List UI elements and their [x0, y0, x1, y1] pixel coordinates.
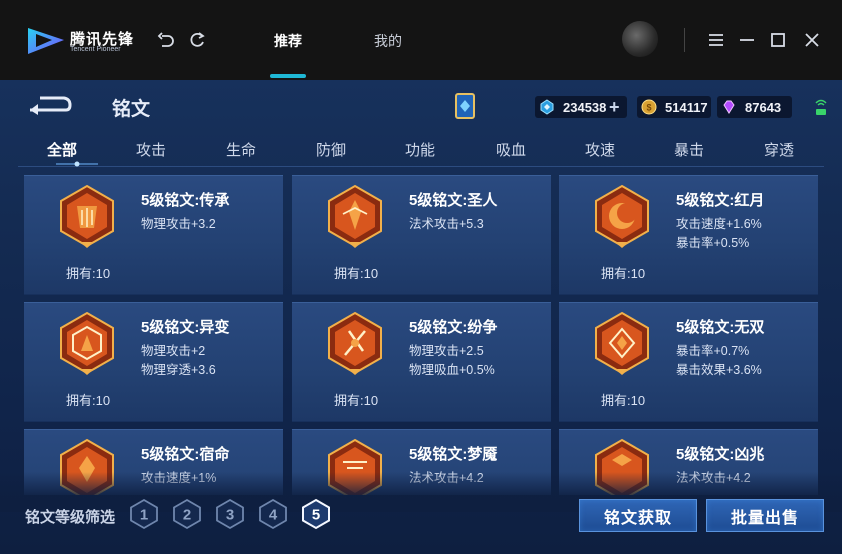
diamond-coupon-icon [540, 99, 554, 115]
rune-name: 5级铭文:传承 [141, 192, 230, 209]
maximize-icon[interactable] [768, 30, 788, 50]
rune-emblem-icon [595, 184, 649, 248]
rune-name: 5级铭文:红月 [676, 192, 765, 209]
page-title: 铭文 [112, 99, 151, 120]
close-icon[interactable] [802, 30, 822, 50]
currency-gold: $ 514117 [637, 96, 711, 118]
tab-penetration[interactable]: 穿透 [764, 139, 794, 160]
network-signal-icon [815, 99, 827, 115]
rune-emblem-icon [595, 311, 649, 375]
bulk-sell-button[interactable]: 批量出售 [706, 499, 824, 532]
rune-attr: 暴击率+0.7% [676, 344, 750, 358]
rune-name: 5级铭文:纷争 [409, 319, 498, 336]
brand-name-en: Tencent Pioneer [70, 46, 121, 53]
rune-card[interactable]: 5级铭文:传承 物理攻击+3.2 拥有:10 [24, 175, 283, 295]
rune-emblem-icon [60, 311, 114, 375]
tab-critical[interactable]: 暴击 [674, 139, 704, 160]
rune-attr: 物理吸血+0.5% [409, 363, 495, 377]
level-filter-2[interactable]: 2 [171, 498, 203, 530]
tab-all[interactable]: 全部 [47, 139, 77, 160]
rune-owned: 拥有:10 [334, 266, 379, 281]
gold-coin-icon: $ [641, 99, 657, 115]
tab-defense[interactable]: 防御 [316, 139, 346, 160]
rune-attr: 攻击速度+1.6% [676, 217, 762, 231]
rune-owned: 拥有:10 [66, 266, 111, 281]
rune-name: 5级铭文:无双 [676, 319, 765, 336]
level-filter-3[interactable]: 3 [214, 498, 246, 530]
rune-emblem-icon [328, 184, 382, 248]
currency-gem: 87643 [717, 96, 792, 118]
tab-attack[interactable]: 攻击 [136, 139, 166, 160]
rune-attr: 暴击效果+3.6% [676, 363, 762, 377]
back-arrow-icon[interactable] [26, 93, 72, 119]
rune-name: 5级铭文:异变 [141, 319, 230, 336]
nav-tab-recommend[interactable]: 推荐 [274, 31, 302, 51]
rune-attr: 法术攻击+5.3 [409, 217, 484, 231]
rune-owned: 拥有:10 [601, 266, 646, 281]
rune-attr: 暴击率+0.5% [676, 236, 750, 250]
refresh-icon[interactable] [187, 30, 207, 50]
level-filter-1[interactable]: 1 [128, 498, 160, 530]
diamond-coupon-value: 234538 [563, 99, 607, 115]
gold-coin-value: 514117 [665, 99, 708, 115]
rune-acquire-button[interactable]: 铭文获取 [579, 499, 697, 532]
level-filter-4-label: 4 [269, 507, 278, 524]
level-filter-4[interactable]: 4 [257, 498, 289, 530]
rune-card[interactable]: 5级铭文:异变 物理攻击+2 物理穿透+3.6 拥有:10 [24, 302, 283, 422]
tab-lifesteal[interactable]: 吸血 [496, 139, 526, 160]
rune-card[interactable]: 5级铭文:红月 攻击速度+1.6% 暴击率+0.5% 拥有:10 [559, 175, 818, 295]
rune-attr: 物理穿透+3.6 [141, 363, 216, 377]
tab-health[interactable]: 生命 [226, 139, 256, 160]
level-filter-2-label: 2 [183, 507, 191, 524]
rune-owned: 拥有:10 [334, 393, 379, 408]
rune-card[interactable]: 5级铭文:无双 暴击率+0.7% 暴击效果+3.6% 拥有:10 [559, 302, 818, 422]
category-tabs: 全部 攻击 生命 防御 功能 吸血 攻速 暴击 穿透 [18, 132, 824, 167]
rune-emblem-icon [60, 184, 114, 248]
rune-name: 5级铭文:梦魇 [409, 446, 498, 463]
tab-attack-speed[interactable]: 攻速 [585, 139, 615, 160]
tab-utility[interactable]: 功能 [405, 139, 435, 160]
rune-panel: 铭文 234538 + $ 514117 87643 全部 攻击 生命 防御 功… [0, 80, 842, 554]
menu-icon[interactable] [706, 30, 726, 50]
rune-owned: 拥有:10 [601, 393, 646, 408]
rune-owned: 拥有:10 [66, 393, 111, 408]
nav-tab-indicator [270, 74, 306, 78]
rune-grid: 5级铭文:传承 物理攻击+3.2 拥有:10 5级铭文:圣人 法术攻击+5.3 … [24, 175, 819, 495]
user-avatar[interactable] [622, 21, 658, 57]
rune-name: 5级铭文:凶兆 [676, 446, 765, 463]
tencent-pioneer-logo [28, 28, 64, 54]
rune-emblem-icon [328, 311, 382, 375]
level-filter-5[interactable]: 5 [300, 498, 332, 530]
level-filter-5-label: 5 [312, 507, 320, 524]
rune-book-icon[interactable] [452, 92, 478, 122]
rune-attr: 物理攻击+3.2 [141, 217, 216, 231]
tab-indicator [56, 161, 98, 167]
svg-text:$: $ [646, 103, 651, 113]
level-filter-3-label: 3 [226, 507, 234, 524]
undo-icon[interactable] [156, 30, 176, 50]
level-filter-1-label: 1 [140, 507, 148, 524]
rune-attr: 物理攻击+2 [141, 344, 206, 358]
title-bar: 腾讯先锋 Tencent Pioneer 推荐 我的 [0, 0, 842, 80]
add-currency-button[interactable]: + [609, 97, 620, 118]
rune-attr: 物理攻击+2.5 [409, 344, 484, 358]
gem-value: 87643 [745, 99, 782, 115]
nav-tab-mine[interactable]: 我的 [374, 31, 402, 51]
rune-card[interactable]: 5级铭文:纷争 物理攻击+2.5 物理吸血+0.5% 拥有:10 [292, 302, 551, 422]
rune-name: 5级铭文:圣人 [409, 192, 498, 209]
rune-card[interactable]: 5级铭文:圣人 法术攻击+5.3 拥有:10 [292, 175, 551, 295]
level-filter-label: 铭文等级筛选 [25, 509, 116, 526]
minimize-icon[interactable] [737, 30, 757, 50]
titlebar-divider [684, 28, 685, 52]
gem-icon [723, 100, 735, 114]
rune-name: 5级铭文:宿命 [141, 446, 230, 463]
rune-header: 铭文 234538 + $ 514117 87643 [0, 80, 842, 132]
